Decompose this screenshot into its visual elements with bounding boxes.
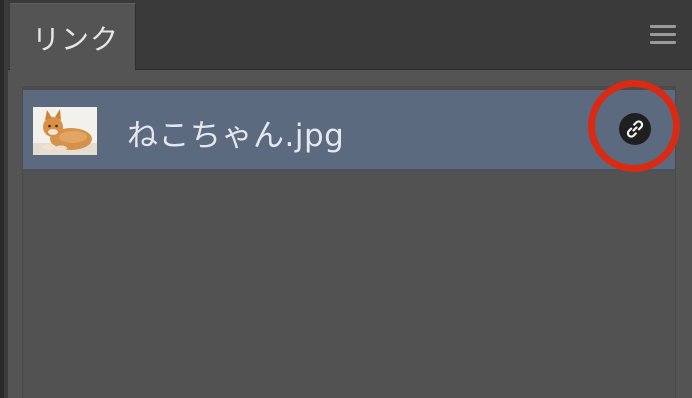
tab-links[interactable]: リンク [10, 3, 136, 70]
file-name: ねこちゃん.jpg [127, 118, 345, 154]
tab-links-label: リンク [32, 23, 120, 56]
hamburger-menu-icon[interactable] [650, 25, 676, 45]
list-item-link[interactable]: ねこちゃん.jpg [23, 87, 675, 171]
links-list[interactable]: ねこちゃん.jpg [22, 86, 676, 398]
cat-photo-thumbnail-icon [33, 107, 97, 155]
panel-tab-bar: リンク [8, 0, 692, 70]
link-chain-icon[interactable] [619, 113, 651, 145]
panel-content: ねこちゃん.jpg [8, 70, 692, 398]
links-panel: リンク ねこちゃん.jpg [0, 0, 692, 398]
